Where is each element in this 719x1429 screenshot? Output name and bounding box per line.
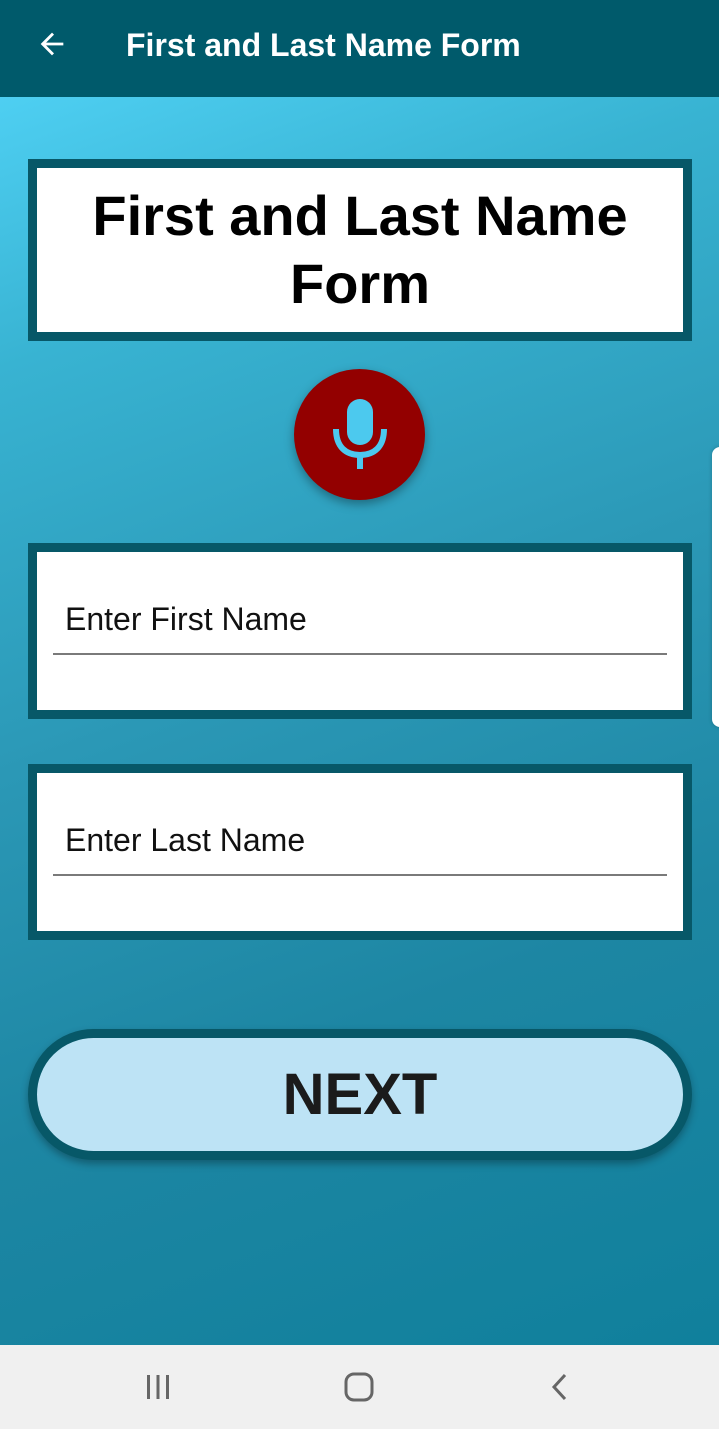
recents-icon bbox=[147, 1375, 169, 1399]
last-name-field-box bbox=[28, 764, 692, 940]
home-icon bbox=[344, 1372, 374, 1402]
first-name-input[interactable] bbox=[53, 592, 667, 655]
system-back-button[interactable] bbox=[530, 1357, 590, 1417]
system-nav-bar bbox=[0, 1345, 719, 1429]
app-bar: First and Last Name Form bbox=[0, 0, 719, 97]
last-name-input[interactable] bbox=[53, 813, 667, 876]
back-chevron-icon bbox=[551, 1373, 567, 1401]
microphone-icon bbox=[332, 398, 387, 469]
voice-input-button[interactable] bbox=[294, 369, 425, 500]
back-button[interactable] bbox=[30, 22, 74, 66]
edge-panel-handle[interactable] bbox=[712, 447, 719, 727]
screen: First and Last Name Form First and Last … bbox=[0, 0, 719, 1429]
form-heading: First and Last Name Form bbox=[92, 184, 628, 315]
first-name-field-box bbox=[28, 543, 692, 719]
next-button[interactable]: NEXT bbox=[28, 1029, 692, 1160]
arrow-left-icon bbox=[40, 32, 64, 56]
form-heading-box: First and Last Name Form bbox=[28, 159, 692, 341]
app-bar-title: First and Last Name Form bbox=[126, 27, 521, 63]
form-content: First and Last Name Form NEXT bbox=[0, 97, 719, 1345]
recents-button[interactable] bbox=[128, 1357, 188, 1417]
home-button[interactable] bbox=[329, 1357, 389, 1417]
